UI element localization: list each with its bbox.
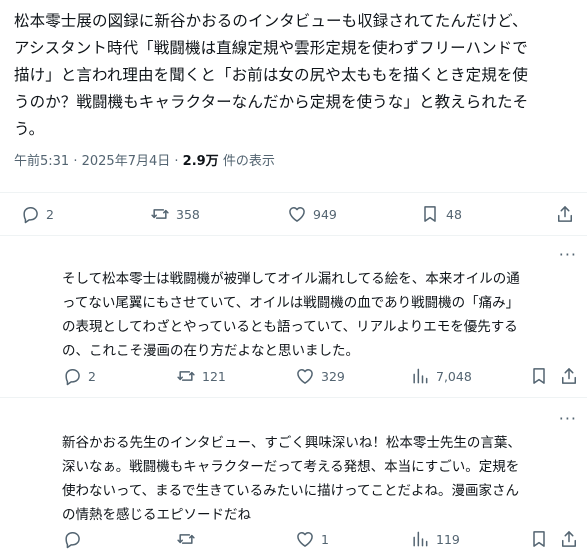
post-reply-count: 2 xyxy=(46,206,54,222)
reply-text: そして松本零士は戦闘機が被弾してオイル漏れしてる絵を、本来オイルの通 ってない尾… xyxy=(62,271,520,359)
bookmark-icon xyxy=(533,368,545,384)
post-like-button[interactable]: 949 xyxy=(287,200,337,228)
reply-icon xyxy=(23,207,38,224)
like-icon xyxy=(297,532,313,547)
meta-separator: · xyxy=(174,154,183,169)
reply-repost-button[interactable]: 121 xyxy=(176,362,226,390)
post-bookmark-count: 48 xyxy=(446,206,462,222)
post-time[interactable]: 午前5:31 xyxy=(14,154,69,169)
like-icon xyxy=(297,369,313,384)
post-text: 松本零士展の図録に新谷かおるのインタビューも収録されてたんだけど、 アシスタント… xyxy=(14,12,529,138)
repost-icon xyxy=(177,371,195,381)
reply-icon xyxy=(65,369,80,386)
post-date[interactable]: 2025年7月4日 xyxy=(82,154,171,169)
reply-icon xyxy=(65,532,80,549)
post-meta: 午前5:31 · 2025年7月4日 · 2.9万 件の表示 xyxy=(14,150,275,169)
share-icon xyxy=(562,368,576,384)
reply-like-button[interactable]: 329 xyxy=(295,362,345,390)
reply-like-count: 1 xyxy=(321,531,329,547)
more-icon: ··· xyxy=(558,409,577,428)
reply-text: 新谷かおる先生のインタビュー、すごく興味深いね！松本零士先生の言葉、 深いなぁ。… xyxy=(62,435,521,523)
reply-views-button[interactable]: 7,048 xyxy=(410,362,472,390)
share-icon xyxy=(562,531,576,547)
more-options-button[interactable]: ··· xyxy=(559,411,577,427)
reply-action-bar: 2 121 329 7,048 xyxy=(0,362,587,390)
post-repost-button[interactable]: 358 xyxy=(150,200,200,228)
repost-icon xyxy=(151,209,169,219)
reply-bookmark-button[interactable] xyxy=(529,362,549,390)
repost-icon xyxy=(177,534,195,544)
bookmark-icon xyxy=(533,531,545,547)
post-action-bar: 2 358 949 48 xyxy=(0,200,587,228)
divider xyxy=(0,192,587,193)
reply-view-count: 7,048 xyxy=(436,368,472,384)
post-share-button[interactable] xyxy=(555,200,575,228)
more-icon: ··· xyxy=(558,245,577,264)
reply-post[interactable]: ··· そして松本零士は戦闘機が被弾してオイル漏れしてる絵を、本来オイルの通 っ… xyxy=(0,236,587,396)
post-repost-count: 358 xyxy=(176,206,200,222)
reply-view-count: 119 xyxy=(436,531,460,547)
post-reply-button[interactable]: 2 xyxy=(20,200,54,228)
post-view-count: 2.9万 xyxy=(182,154,219,169)
reply-reply-count: 2 xyxy=(88,368,96,384)
bookmark-icon xyxy=(424,206,436,222)
views-icon xyxy=(413,531,428,547)
views-icon xyxy=(413,368,428,384)
more-options-button[interactable]: ··· xyxy=(559,247,577,263)
post-like-count: 949 xyxy=(313,206,337,222)
like-icon xyxy=(289,207,305,222)
post-view-label: 件の表示 xyxy=(222,154,275,169)
reply-post[interactable]: ··· 新谷かおる先生のインタビュー、すごく興味深いね！松本零士先生の言葉、 深… xyxy=(0,398,587,549)
post-bookmark-button[interactable]: 48 xyxy=(420,200,462,228)
share-icon xyxy=(558,206,572,222)
meta-separator: · xyxy=(73,154,82,169)
reply-repost-count: 121 xyxy=(202,368,226,384)
reply-reply-button[interactable]: 2 xyxy=(62,362,96,390)
reply-share-button[interactable] xyxy=(559,362,579,390)
reply-like-count: 329 xyxy=(321,368,345,384)
